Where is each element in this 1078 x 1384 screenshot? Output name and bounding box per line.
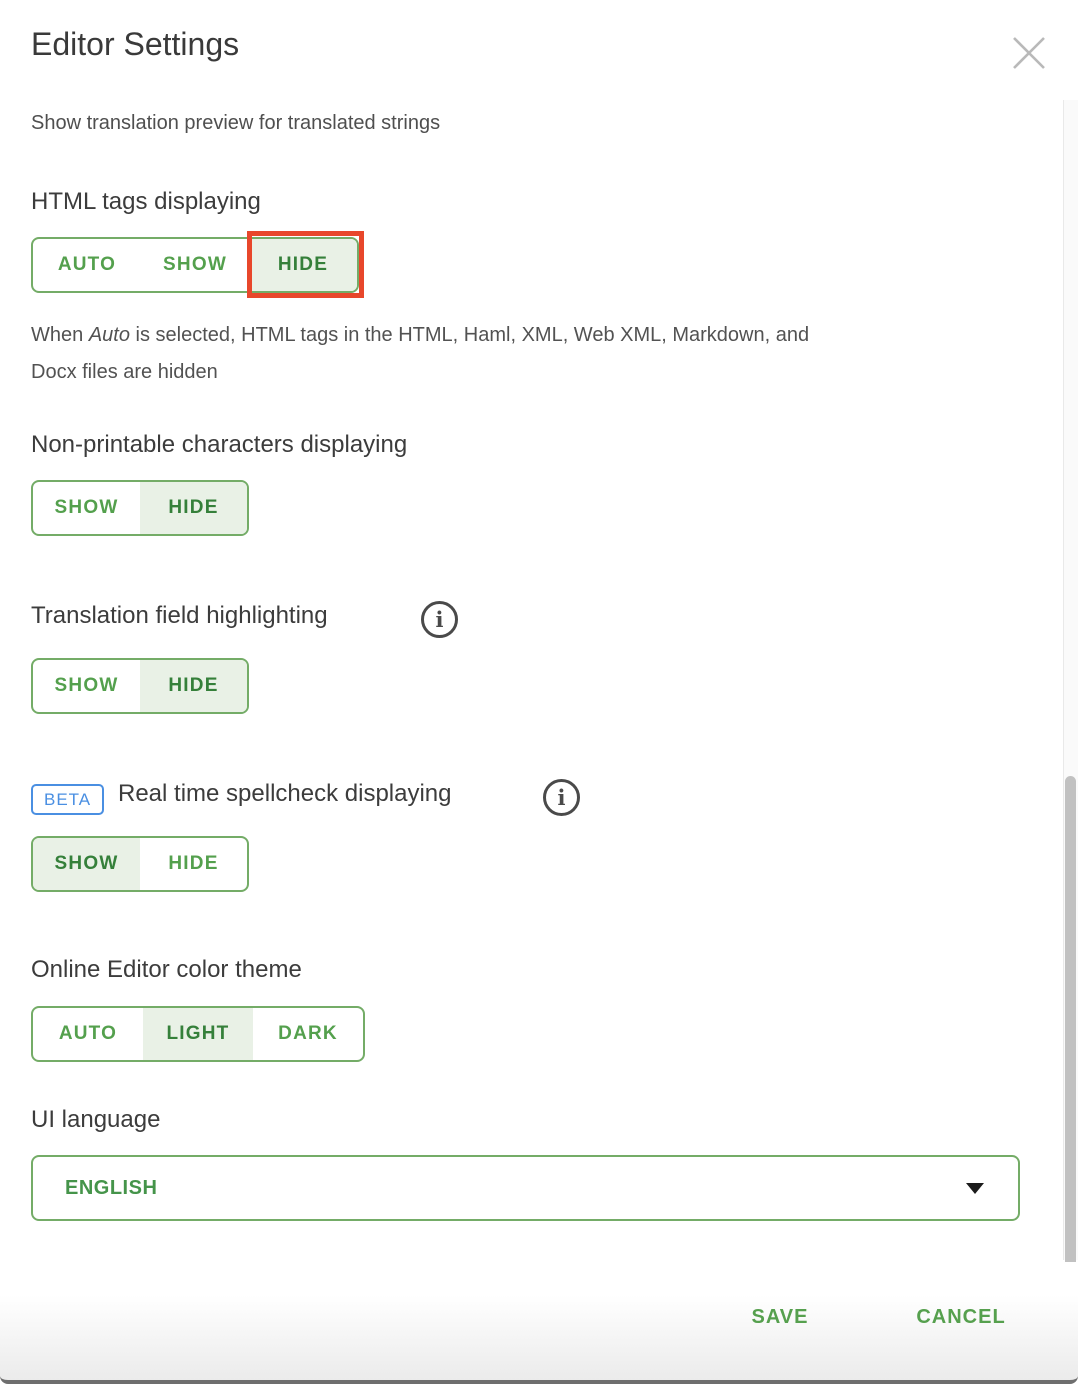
color-theme-toggle-group: AUTO LIGHT DARK xyxy=(31,1006,365,1062)
red-annotation-box xyxy=(247,231,364,298)
close-icon xyxy=(1010,34,1048,72)
beta-badge: BETA xyxy=(31,784,104,815)
color-theme-option-dark[interactable]: DARK xyxy=(253,1008,363,1060)
spellcheck-toggle-group: SHOW HIDE xyxy=(31,836,249,892)
setting-label-non-printable: Non-printable characters displaying xyxy=(31,431,407,459)
info-glyph: i xyxy=(436,607,444,632)
editor-settings-dialog: { "colors": { "accent_green": "#54a04d",… xyxy=(0,0,1078,1384)
spellcheck-option-show[interactable]: SHOW xyxy=(33,838,140,890)
cancel-button[interactable]: CANCEL xyxy=(890,1300,1032,1334)
setting-label-ui-language: UI language xyxy=(31,1106,160,1134)
field-highlighting-toggle-group: SHOW HIDE xyxy=(31,658,249,714)
close-button[interactable] xyxy=(1008,32,1050,74)
description-italic-auto: Auto xyxy=(89,324,130,346)
html-tags-description: When Auto is selected, HTML tags in the … xyxy=(31,317,1041,391)
description-text: is selected, HTML tags in the HTML, Haml… xyxy=(130,324,809,346)
color-theme-option-auto[interactable]: AUTO xyxy=(33,1008,143,1060)
ui-language-select[interactable]: ENGLISH xyxy=(31,1155,1020,1221)
setting-label-spellcheck: Real time spellcheck displaying xyxy=(118,780,452,808)
field-highlighting-option-hide[interactable]: HIDE xyxy=(140,660,247,712)
description-text: Docx files are hidden xyxy=(31,361,218,383)
dialog-title: Editor Settings xyxy=(31,26,239,63)
html-tags-toggle-group: AUTO SHOW HIDE xyxy=(31,237,359,293)
setting-label-translation-preview: Show translation preview for translated … xyxy=(31,112,440,135)
chevron-down-icon xyxy=(966,1183,984,1194)
ui-language-value: ENGLISH xyxy=(65,1177,157,1200)
field-highlighting-option-show[interactable]: SHOW xyxy=(33,660,140,712)
info-icon[interactable]: i xyxy=(543,779,580,816)
html-tags-option-hide[interactable]: HIDE xyxy=(249,239,357,291)
non-printable-toggle-group: SHOW HIDE xyxy=(31,480,249,536)
color-theme-option-light[interactable]: LIGHT xyxy=(143,1008,253,1060)
dialog-footer: SAVE CANCEL xyxy=(0,1262,1078,1384)
setting-label-html-tags: HTML tags displaying xyxy=(31,188,261,216)
info-icon[interactable]: i xyxy=(421,601,458,638)
spellcheck-option-hide[interactable]: HIDE xyxy=(140,838,247,890)
html-tags-option-auto[interactable]: AUTO xyxy=(33,239,141,291)
setting-label-field-highlighting: Translation field highlighting xyxy=(31,602,328,630)
html-tags-option-show[interactable]: SHOW xyxy=(141,239,249,291)
non-printable-option-hide[interactable]: HIDE xyxy=(140,482,247,534)
non-printable-option-show[interactable]: SHOW xyxy=(33,482,140,534)
description-text: When xyxy=(31,324,89,346)
info-glyph: i xyxy=(558,785,566,810)
save-button[interactable]: SAVE xyxy=(722,1300,838,1334)
setting-label-color-theme: Online Editor color theme xyxy=(31,956,302,984)
scrollbar-track[interactable] xyxy=(1063,100,1078,1260)
